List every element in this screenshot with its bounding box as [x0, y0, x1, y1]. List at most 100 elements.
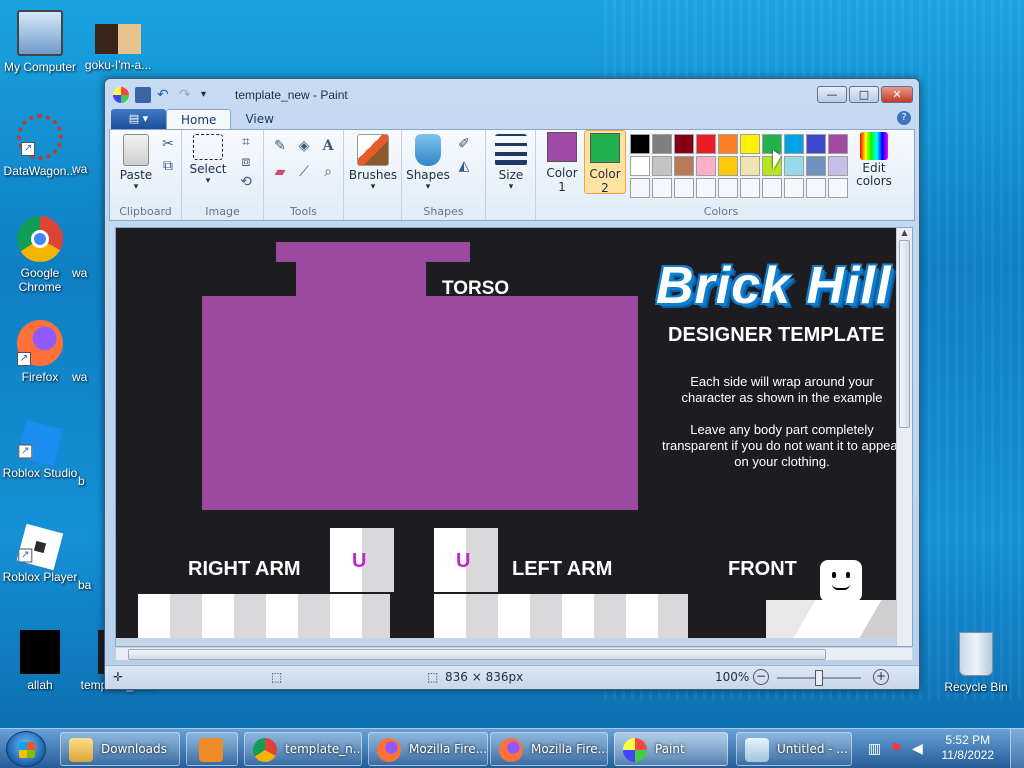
paint-menu-button[interactable]: ▤ ▾ — [111, 109, 166, 129]
tab-view[interactable]: View — [231, 109, 287, 129]
palette-color-swatch[interactable] — [740, 178, 760, 198]
palette-color-swatch[interactable] — [696, 134, 716, 154]
copy-icon[interactable]: ⧉ — [158, 156, 178, 176]
desktop-icon-partial[interactable]: ba — [78, 578, 102, 592]
show-desktop-button[interactable] — [1010, 729, 1024, 768]
palette-color-swatch[interactable] — [630, 178, 650, 198]
scroll-up-icon[interactable]: ▲ — [897, 228, 912, 238]
palette-color-swatch[interactable] — [718, 178, 738, 198]
taskbar-item-paint[interactable]: Paint — [614, 732, 728, 766]
cut-icon[interactable]: ✂ — [158, 134, 178, 154]
palette-color-swatch[interactable] — [740, 156, 760, 176]
desktop-icon-goku[interactable]: goku-I'm-a... — [78, 24, 158, 72]
palette-color-swatch[interactable] — [762, 178, 782, 198]
select-button[interactable]: Select ▾ — [188, 134, 228, 186]
palette-color-swatch[interactable] — [718, 156, 738, 176]
palette-color-swatch[interactable] — [828, 134, 848, 154]
outline-icon[interactable]: ✐ — [454, 134, 474, 154]
palette-color-swatch[interactable] — [696, 178, 716, 198]
redo-icon[interactable]: ↷ — [179, 87, 195, 103]
undo-icon[interactable]: ↶ — [157, 87, 173, 103]
customize-toolbar-icon[interactable]: ▾ — [201, 87, 217, 103]
drawing-canvas[interactable]: TORSO Brick Hill DESIGNER TEMPLATE Each … — [116, 228, 898, 638]
taskbar-item-firefox-2[interactable]: Mozilla Fire... — [490, 732, 608, 766]
desktop-icon-recycle-bin[interactable]: Recycle Bin — [936, 632, 1016, 694]
help-icon[interactable]: ? — [897, 111, 911, 125]
rotate-icon[interactable]: ⟲ — [236, 172, 256, 192]
palette-color-swatch[interactable] — [784, 134, 804, 154]
taskbar-item-media-player[interactable] — [186, 732, 238, 766]
size-button[interactable]: Size ▾ — [492, 134, 530, 192]
palette-color-swatch[interactable] — [674, 134, 694, 154]
palette-color-swatch[interactable] — [718, 134, 738, 154]
resize-icon[interactable]: ⧈ — [236, 152, 256, 172]
paint-app-icon[interactable] — [113, 87, 129, 103]
palette-color-swatch[interactable] — [806, 178, 826, 198]
minimize-button[interactable]: — — [817, 86, 847, 103]
clock[interactable]: 5:52 PM 11/8/2022 — [942, 733, 995, 763]
zoom-in-button[interactable]: + — [873, 669, 889, 685]
brushes-button[interactable]: Brushes ▾ — [348, 134, 398, 192]
network-icon[interactable]: ▥ — [868, 741, 881, 757]
maximize-button[interactable]: □ — [849, 86, 879, 103]
palette-color-swatch[interactable] — [784, 156, 804, 176]
palette-color-swatch[interactable] — [652, 178, 672, 198]
taskbar-item-firefox-1[interactable]: Mozilla Fire... — [368, 732, 488, 766]
volume-icon[interactable]: ◀ — [912, 741, 923, 757]
desktop-icon-allah[interactable]: allah — [0, 630, 80, 692]
zoom-out-button[interactable]: − — [753, 669, 769, 685]
start-button[interactable] — [6, 731, 46, 767]
taskbar-item-downloads[interactable]: Downloads — [60, 732, 180, 766]
edit-colors-button[interactable]: Edit colors — [852, 132, 896, 188]
color1-button[interactable]: Color 1 — [542, 132, 582, 194]
text-icon[interactable]: A — [318, 136, 338, 156]
palette-color-swatch[interactable] — [828, 178, 848, 198]
zoom-slider-thumb[interactable] — [815, 670, 823, 686]
palette-color-swatch[interactable] — [806, 134, 826, 154]
palette-color-swatch[interactable] — [828, 156, 848, 176]
desktop-icon-chrome[interactable]: Google Chrome — [0, 216, 80, 294]
color-picker-icon[interactable]: ⟋ — [294, 162, 314, 182]
close-button[interactable]: ✕ — [881, 86, 913, 103]
paste-button[interactable]: Paste ▾ — [116, 134, 156, 192]
desktop-icon-roblox-studio[interactable]: ↗ Roblox Studio — [0, 419, 80, 480]
tab-home[interactable]: Home — [166, 109, 232, 129]
desktop-icon-partial[interactable]: wa — [72, 162, 102, 176]
palette-color-swatch[interactable] — [674, 178, 694, 198]
crop-icon[interactable]: ⌗ — [236, 132, 256, 152]
palette-color-swatch[interactable] — [652, 156, 672, 176]
desktop-icon-partial[interactable]: wa — [72, 266, 102, 280]
desktop-icon-datawagon[interactable]: ↗ DataWagon... — [0, 114, 80, 178]
taskbar-item-chrome[interactable]: template_n... — [244, 732, 362, 766]
zoom-level: 100% — [715, 670, 750, 684]
left-arm-strip — [434, 594, 688, 638]
title-bar[interactable]: ↶ ↷ ▾ template_new - Paint — □ ✕ — [105, 79, 919, 109]
palette-color-swatch[interactable] — [674, 156, 694, 176]
action-center-icon[interactable]: ⚑ — [890, 741, 903, 757]
palette-color-swatch[interactable] — [740, 134, 760, 154]
fill-icon[interactable]: ◈ — [294, 136, 314, 156]
pencil-icon[interactable]: ✎ — [270, 136, 290, 156]
taskbar-item-notepad[interactable]: Untitled - ... — [736, 732, 852, 766]
horizontal-scroll-thumb[interactable] — [128, 649, 826, 660]
vertical-scrollbar[interactable]: ▲ — [896, 228, 912, 646]
desktop-icon-my-computer[interactable]: My Computer — [0, 10, 80, 74]
palette-color-swatch[interactable] — [630, 156, 650, 176]
palette-color-swatch[interactable] — [652, 134, 672, 154]
palette-color-swatch[interactable] — [806, 156, 826, 176]
palette-color-swatch[interactable] — [784, 178, 804, 198]
horizontal-scrollbar[interactable] — [115, 647, 913, 661]
magnifier-icon[interactable]: ⌕ — [318, 162, 338, 182]
desktop-icon-firefox[interactable]: ↗ Firefox — [0, 320, 80, 384]
desktop-icon-roblox-player[interactable]: ↗ Roblox Player — [0, 523, 80, 584]
color2-button[interactable]: Color 2 — [584, 130, 626, 195]
fill-shape-icon[interactable]: ◭ — [454, 156, 474, 176]
desktop-icon-partial[interactable]: wa — [72, 370, 102, 384]
shapes-button[interactable]: Shapes ▾ — [406, 134, 450, 192]
eraser-icon[interactable]: ▰ — [270, 162, 290, 182]
palette-color-swatch[interactable] — [696, 156, 716, 176]
vertical-scroll-thumb[interactable] — [899, 240, 910, 428]
palette-color-swatch[interactable] — [630, 134, 650, 154]
save-icon[interactable] — [135, 87, 151, 103]
desktop-icon-partial[interactable]: b — [78, 474, 102, 488]
